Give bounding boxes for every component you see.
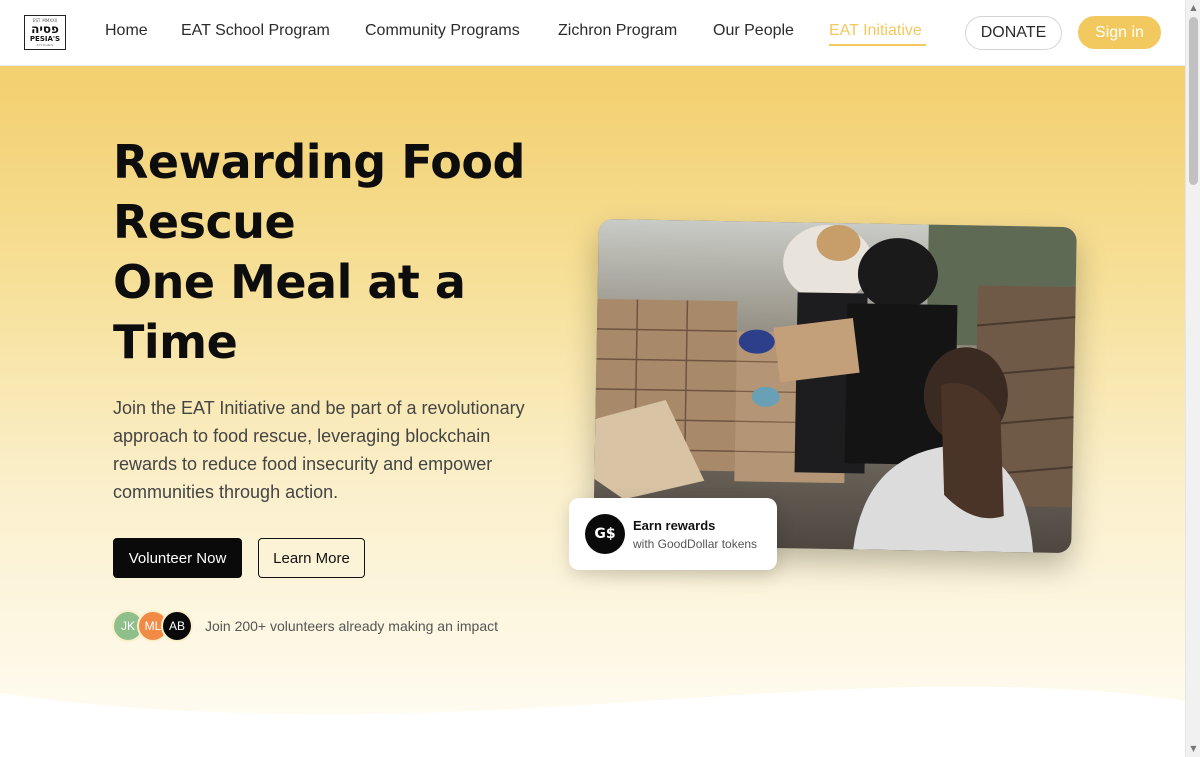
nav-eat-initiative[interactable]: EAT Initiative (829, 22, 922, 40)
nav-zichron-program[interactable]: Zichron Program (558, 22, 677, 40)
hero-description: Join the EAT Initiative and be part of a… (113, 398, 525, 502)
sign-in-button[interactable]: Sign in (1078, 16, 1161, 49)
site-logo[interactable]: EST. MMXXII פסיה PESIA'S KITCHEN (24, 15, 66, 50)
nav-community-programs[interactable]: Community Programs (365, 22, 520, 40)
logo-hebrew-text: פסיה (31, 21, 59, 36)
logo-name: PESIA'S (29, 34, 61, 43)
scroll-down-arrow-icon[interactable]: ▼ (1189, 744, 1198, 754)
rewards-badge: G$ Earn rewards with GoodDollar tokens (569, 498, 777, 570)
scrollbar-thumb[interactable] (1189, 17, 1198, 185)
hero-title-line: One Meal at a (113, 255, 466, 309)
donate-button[interactable]: DONATE (965, 16, 1062, 50)
hero-wave-divider (0, 686, 1185, 757)
nav-active-underline (829, 44, 926, 46)
learn-more-button[interactable]: Learn More (258, 538, 365, 578)
hero-title-line: Rescue (113, 195, 296, 249)
hero-section: Rewarding Food Rescue One Meal at a Time… (0, 66, 1185, 757)
site-header: EST. MMXXII פסיה PESIA'S KITCHEN Home EA… (0, 0, 1185, 66)
social-proof-text: Join 200+ volunteers already making an i… (205, 618, 499, 634)
logo-subtext: KITCHEN (36, 42, 54, 47)
hero-title: Rewarding Food Rescue One Meal at a Time (113, 132, 553, 372)
gooddollar-icon: G$ (585, 514, 625, 554)
badge-title: Earn rewards (633, 518, 716, 533)
hero-title-line: Time (113, 315, 238, 369)
hero-title-line: Rewarding Food (113, 135, 525, 189)
volunteer-now-button[interactable]: Volunteer Now (113, 538, 242, 578)
scroll-up-arrow-icon[interactable]: ▲ (1189, 3, 1198, 13)
nav-eat-school-program[interactable]: EAT School Program (181, 22, 330, 40)
badge-subtitle: with GoodDollar tokens (633, 537, 758, 551)
avatar: AB (161, 610, 193, 642)
nav-home[interactable]: Home (105, 22, 148, 40)
nav-our-people[interactable]: Our People (713, 22, 794, 40)
page-scrollbar[interactable]: ▲ ▼ (1185, 0, 1200, 757)
